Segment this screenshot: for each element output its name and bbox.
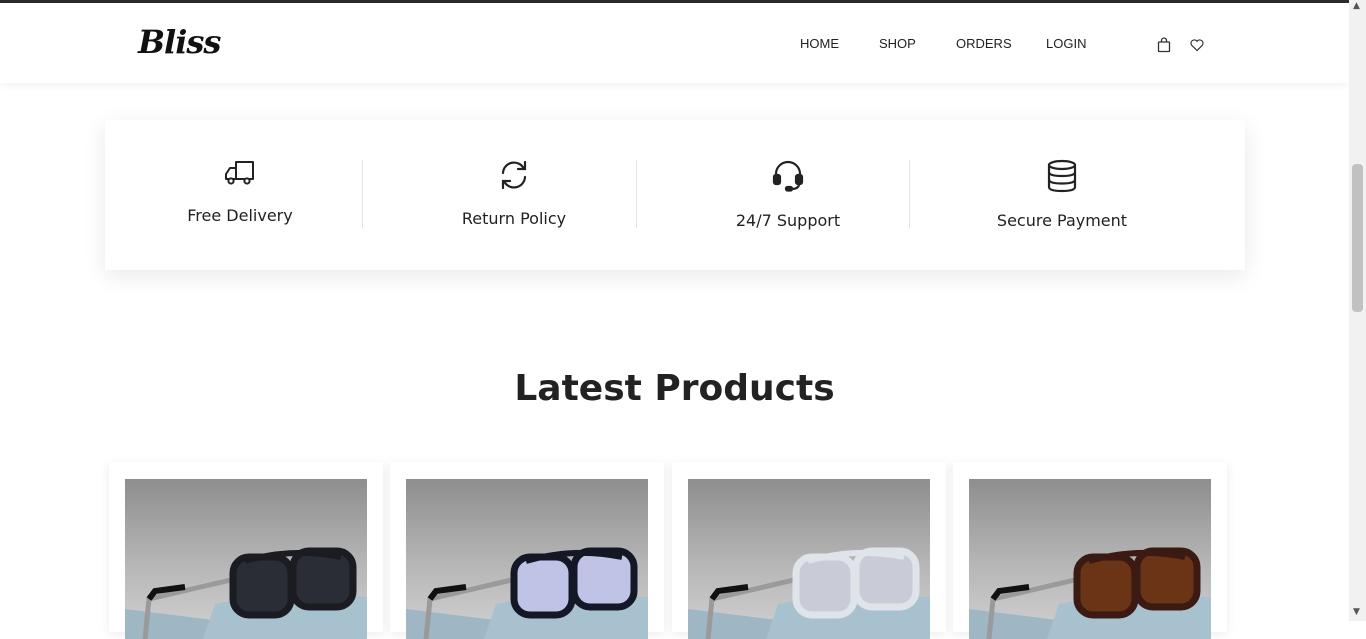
feature-return-policy: Return Policy (378, 120, 650, 270)
scrollbar-thumb[interactable] (1352, 164, 1363, 312)
lens-left (510, 553, 576, 619)
product-image[interactable] (688, 479, 930, 639)
lens-right (852, 547, 920, 611)
feature-label: 24/7 Support (735, 211, 841, 230)
lens-right (289, 547, 357, 611)
divider (636, 160, 637, 228)
nav-orders[interactable]: ORDERS (956, 36, 1012, 51)
lens-left (229, 553, 295, 619)
feature-secure-payment: Secure Payment (925, 120, 1199, 270)
database-icon (1047, 159, 1077, 193)
product-card[interactable] (672, 462, 946, 639)
feature-label: Free Delivery (187, 206, 293, 225)
truck-icon (225, 161, 254, 185)
product-card[interactable] (390, 462, 664, 639)
headset-icon (772, 160, 804, 192)
refresh-icon (501, 160, 527, 190)
brand-logo[interactable]: Bliss (138, 23, 221, 61)
section-title: Latest Products (514, 368, 835, 409)
feature-support: 24/7 Support (652, 120, 924, 270)
features-bar: Free Delivery Return Policy 24/7 Support (105, 120, 1245, 270)
scroll-up-icon[interactable]: ▲ (1353, 2, 1360, 11)
lens-left (1073, 553, 1139, 619)
product-image[interactable] (969, 479, 1211, 639)
product-image[interactable] (125, 479, 367, 639)
lens-right (570, 547, 638, 611)
nav-shop[interactable]: SHOP (879, 36, 916, 51)
product-image[interactable] (406, 479, 648, 639)
product-card[interactable] (109, 462, 383, 639)
nav-login[interactable]: LOGIN (1046, 36, 1086, 51)
scroll-down-icon[interactable]: ▼ (1353, 608, 1360, 617)
divider (909, 160, 910, 228)
lens-right (1133, 547, 1201, 611)
product-card[interactable] (953, 462, 1227, 639)
heart-icon[interactable] (1189, 37, 1205, 53)
navbar: Bliss HOME SHOP ORDERS LOGIN (0, 3, 1349, 83)
nav-home[interactable]: HOME (800, 36, 839, 51)
divider (362, 160, 363, 228)
feature-label: Secure Payment (996, 211, 1128, 230)
feature-free-delivery: Free Delivery (105, 120, 375, 270)
lens-left (792, 553, 858, 619)
feature-label: Return Policy (461, 209, 567, 228)
cart-icon[interactable] (1156, 37, 1172, 53)
